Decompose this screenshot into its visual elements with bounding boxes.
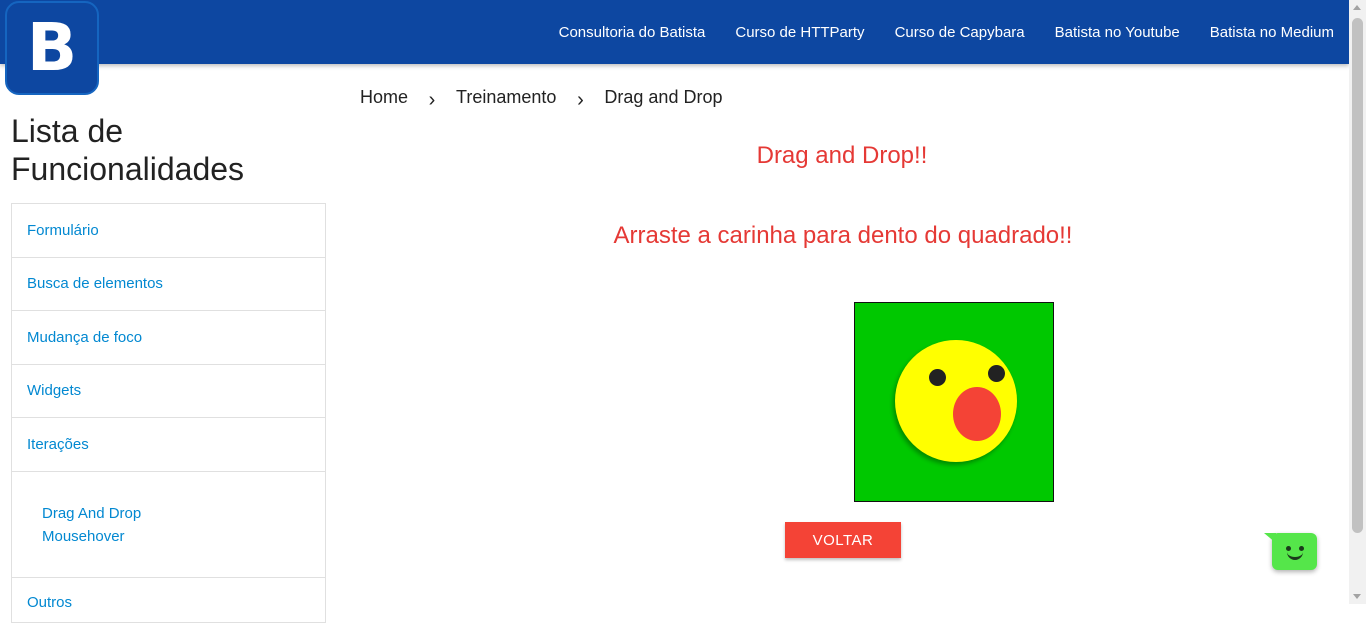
brand-logo[interactable]: B <box>5 1 99 95</box>
nav-links: Consultoria do Batista Curso de HTTParty… <box>529 0 1334 64</box>
smiley-mouth <box>953 387 1001 441</box>
chat-left-eye <box>1286 546 1291 551</box>
smiley-right-eye <box>988 365 1005 382</box>
chevron-right-icon: › <box>408 89 456 112</box>
scroll-up-arrow-icon[interactable] <box>1353 5 1361 10</box>
sidebar-item-formulario[interactable]: Formulário <box>12 204 325 258</box>
sidebar-menu: Formulário Busca de elementos Mudança de… <box>11 203 326 623</box>
draggable-smiley-face[interactable] <box>895 340 1017 462</box>
top-navbar: Consultoria do Batista Curso de HTTParty… <box>0 0 1349 64</box>
instruction-text: Arraste a carinha para dento do quadrado… <box>560 222 1126 250</box>
breadcrumb-home[interactable]: Home <box>360 87 408 108</box>
breadcrumb: Home › Treinamento › Drag and Drop <box>360 86 722 109</box>
vertical-scrollbar[interactable] <box>1349 0 1366 604</box>
nav-link-httparty[interactable]: Curso de HTTParty <box>735 24 864 41</box>
chat-right-eye <box>1299 546 1304 551</box>
scrollbar-thumb[interactable] <box>1352 18 1363 533</box>
sidebar-item-iteracoes[interactable]: Iterações <box>12 418 325 472</box>
chat-mouth <box>1287 552 1303 560</box>
nav-link-medium[interactable]: Batista no Medium <box>1210 24 1334 41</box>
breadcrumb-current: Drag and Drop <box>604 87 722 108</box>
chevron-right-icon: › <box>556 89 604 112</box>
sidebar-item-widgets[interactable]: Widgets <box>12 365 325 419</box>
logo-letter: B <box>27 15 77 81</box>
sidebar-subitem-mousehover[interactable]: Mousehover <box>42 525 325 548</box>
drop-target-square[interactable] <box>854 302 1054 502</box>
chat-smiley-icon[interactable] <box>1272 533 1317 570</box>
nav-link-capybara[interactable]: Curso de Capybara <box>895 24 1025 41</box>
sidebar-submenu-iteracoes: Drag And Drop Mousehover <box>12 472 325 578</box>
breadcrumb-treinamento[interactable]: Treinamento <box>456 87 556 108</box>
sidebar-item-mudanca-de-foco[interactable]: Mudança de foco <box>12 311 325 365</box>
sidebar-item-outros[interactable]: Outros <box>12 578 325 631</box>
sidebar-subitem-drag-and-drop[interactable]: Drag And Drop <box>42 502 325 525</box>
page-title: Drag and Drop!! <box>742 142 942 170</box>
sidebar-title: Lista de Funcionalidades <box>11 112 311 188</box>
nav-link-youtube[interactable]: Batista no Youtube <box>1055 24 1180 41</box>
nav-link-consultoria[interactable]: Consultoria do Batista <box>559 24 706 41</box>
sidebar-item-busca-de-elementos[interactable]: Busca de elementos <box>12 258 325 312</box>
back-button[interactable]: VOLTAR <box>785 522 901 558</box>
smiley-left-eye <box>929 369 946 386</box>
scroll-down-arrow-icon[interactable] <box>1353 594 1361 599</box>
